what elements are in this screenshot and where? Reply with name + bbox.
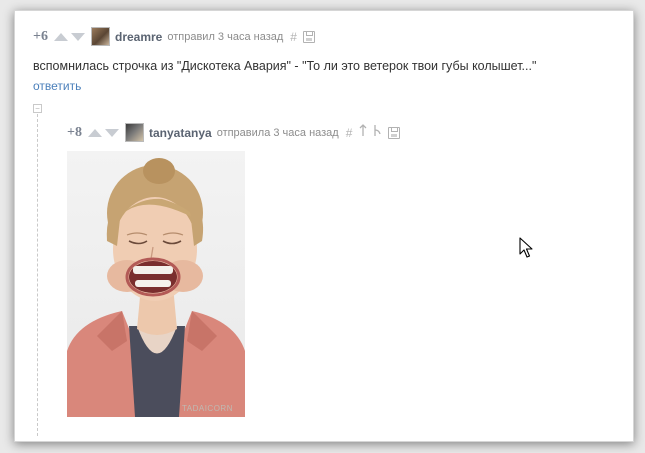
collapse-thread-icon[interactable]: − — [33, 104, 42, 113]
reply-rating: +8 — [67, 124, 82, 140]
permalink-icon[interactable]: # — [346, 126, 353, 140]
reply-username[interactable]: tanyatanya — [149, 126, 212, 140]
permalink-icon[interactable]: # — [290, 30, 297, 44]
reply-link[interactable]: ответить — [33, 79, 81, 93]
upvote-icon[interactable] — [53, 32, 68, 41]
comment-card: +6 dreamre отправил 3 часа назад # вспом… — [14, 10, 634, 442]
comment-username[interactable]: dreamre — [115, 30, 162, 44]
upvote-icon[interactable] — [87, 128, 102, 137]
save-icon[interactable] — [302, 30, 315, 43]
parent-arrow-icon[interactable] — [359, 123, 367, 142]
comment-rating: +6 — [33, 28, 48, 44]
vote-arrows — [53, 32, 85, 41]
save-icon[interactable] — [388, 126, 401, 139]
reply-header: +8 tanyatanya отправила 3 часа назад # — [67, 123, 401, 142]
image-watermark: TADAICORN — [181, 404, 233, 413]
branch-icon[interactable] — [373, 124, 382, 142]
comment-header: +6 dreamre отправил 3 часа назад # — [33, 27, 315, 46]
thread-line — [37, 114, 38, 436]
downvote-icon[interactable] — [70, 32, 85, 41]
downvote-icon[interactable] — [104, 128, 119, 137]
comment-timestamp: отправил 3 часа назад — [167, 30, 284, 43]
reply-timestamp: отправила 3 часа назад — [216, 126, 339, 139]
woman-portrait-illustration — [67, 158, 245, 417]
avatar[interactable] — [124, 123, 144, 142]
avatar[interactable] — [90, 27, 110, 46]
reply-image[interactable]: TADAICORN — [67, 151, 245, 417]
mouse-cursor-icon — [519, 237, 533, 264]
vote-arrows — [87, 128, 119, 137]
comment-text: вспомнилась строчка из "Дискотека Авария… — [33, 59, 537, 73]
